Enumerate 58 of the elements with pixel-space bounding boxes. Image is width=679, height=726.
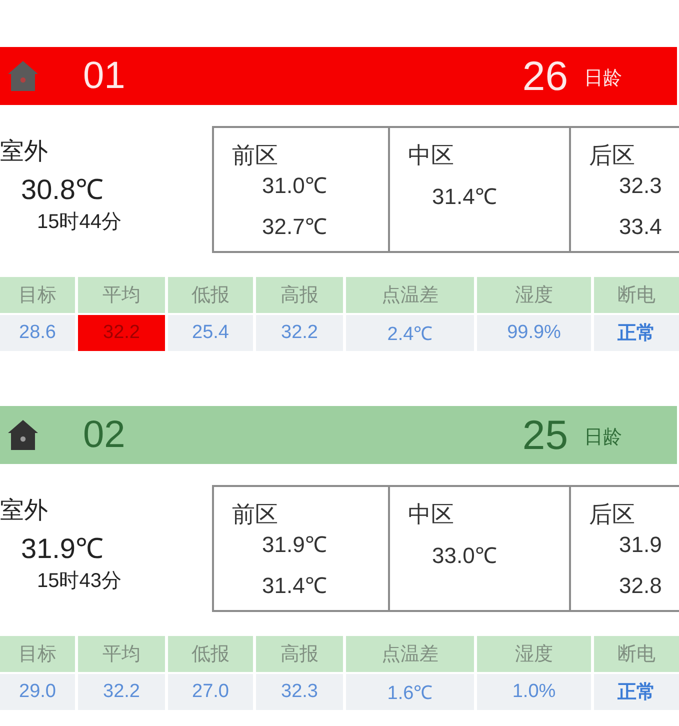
- table-cell: 27.0: [168, 674, 253, 710]
- table-cell: 28.6: [0, 315, 75, 351]
- table-cell: 1.6℃: [346, 674, 474, 710]
- table-cell: 32.2: [256, 315, 343, 351]
- column-header: 点温差: [346, 636, 474, 672]
- zone-temperature: 33.0℃: [432, 542, 497, 570]
- age-unit: 日龄: [584, 68, 622, 88]
- house-icon: [8, 420, 38, 450]
- column-header: 低报: [168, 277, 253, 313]
- zone-label: 后区: [589, 501, 635, 528]
- zone-label: 中区: [408, 142, 454, 169]
- table-cell: 2.4℃: [346, 315, 474, 351]
- zone-label: 中区: [408, 501, 454, 528]
- column-header: 高报: [256, 277, 343, 313]
- zone-temperature: 31.0℃: [262, 172, 327, 200]
- age-unit: 日龄: [584, 428, 622, 446]
- house-icon: [8, 61, 38, 91]
- column-header: 断电: [594, 636, 679, 672]
- zone-temperature: 33.4: [619, 213, 662, 241]
- column-header: 断电: [594, 277, 679, 313]
- age-value: 26: [522, 56, 568, 96]
- column-header: 高报: [256, 636, 343, 672]
- house-number: 01: [83, 57, 126, 95]
- column-header: 目标: [0, 277, 75, 313]
- table-cell: 25.4: [168, 315, 253, 351]
- column-header: 低报: [168, 636, 253, 672]
- column-header: 目标: [0, 636, 75, 672]
- zone-temperature: 31.4℃: [432, 183, 497, 211]
- reading-time: 15时43分: [36, 569, 122, 594]
- zone-temperature: 31.4℃: [262, 572, 327, 600]
- zone-temperature: 31.9℃: [262, 531, 327, 559]
- reading-time: 15时44分: [36, 210, 122, 235]
- column-header: 湿度: [477, 277, 591, 313]
- zone-temperature: 32.7℃: [262, 213, 327, 241]
- table-cell: 99.9%: [477, 315, 591, 351]
- zone-temperature: 31.9: [619, 531, 662, 559]
- zone-label: 后区: [589, 142, 635, 169]
- table-cell: 正常: [594, 315, 679, 351]
- table-cell: 29.0: [0, 674, 75, 710]
- column-header: 湿度: [477, 636, 591, 672]
- table-cell: 32.2: [78, 674, 165, 710]
- outdoor-label: 室外: [0, 497, 49, 525]
- column-header: 点温差: [346, 277, 474, 313]
- zone-label: 前区: [232, 142, 278, 169]
- column-header: 平均: [78, 277, 165, 313]
- zone-temperature: 32.8: [619, 572, 662, 600]
- table-cell: 32.2: [78, 315, 165, 351]
- outdoor-temperature: 30.8℃: [20, 174, 104, 206]
- table-cell: 32.3: [256, 674, 343, 710]
- zone-temperature: 32.3: [619, 172, 662, 200]
- outdoor-temperature: 31.9℃: [20, 533, 104, 565]
- house-number: 02: [83, 416, 126, 454]
- outdoor-label: 室外: [0, 138, 49, 166]
- table-cell: 1.0%: [477, 674, 591, 710]
- zone-label: 前区: [232, 501, 278, 528]
- table-cell: 正常: [594, 674, 679, 710]
- age-value: 25: [522, 414, 568, 456]
- column-header: 平均: [78, 636, 165, 672]
